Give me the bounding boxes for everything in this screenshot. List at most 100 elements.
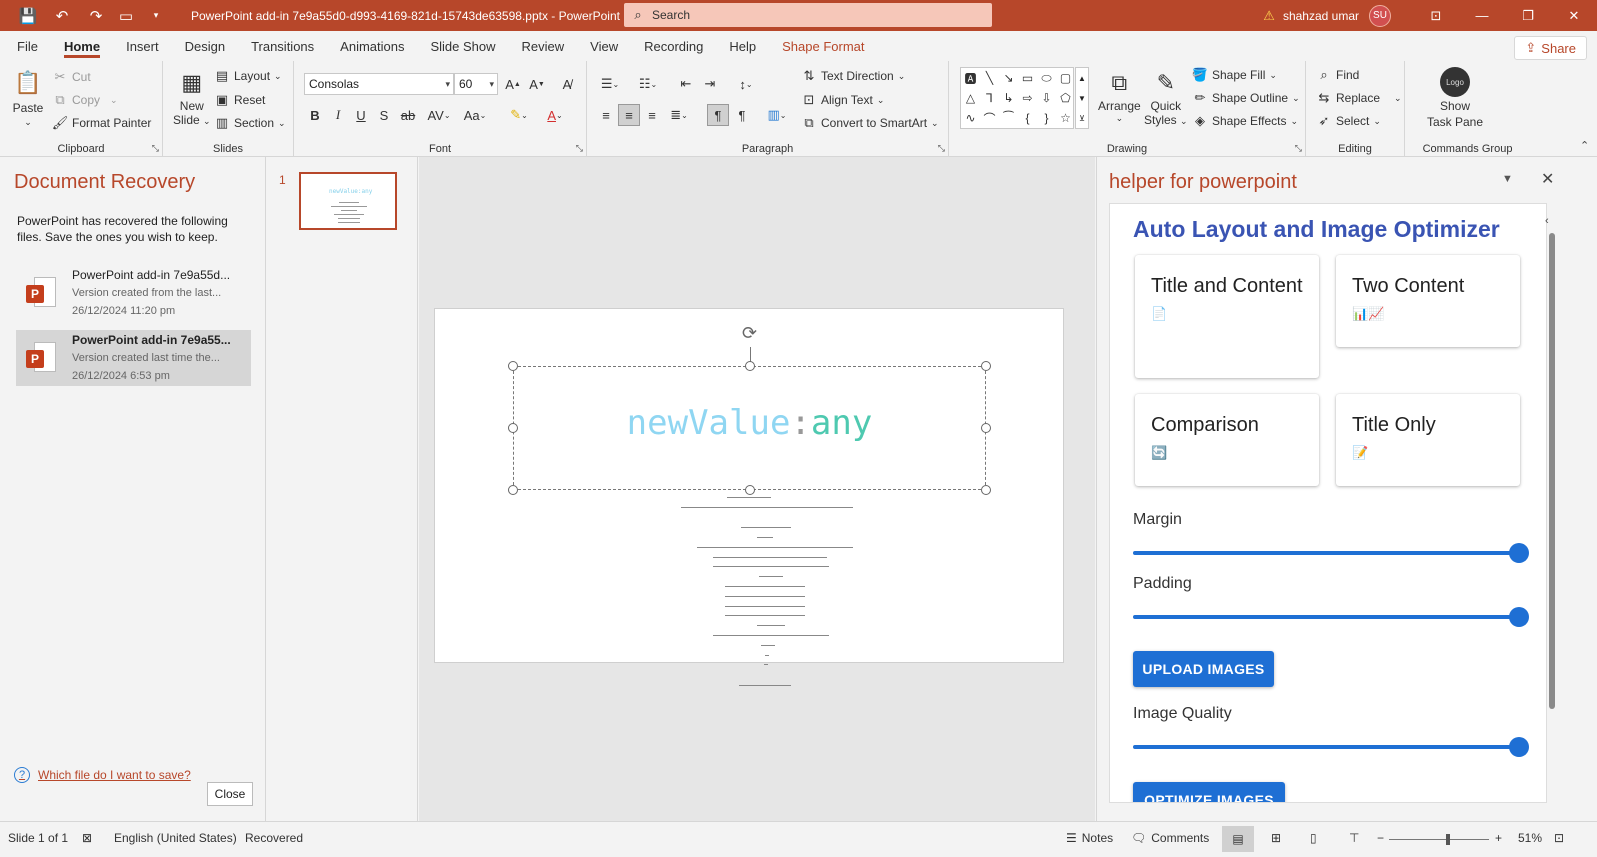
decrease-font-icon[interactable]: A ▼ <box>526 73 548 95</box>
task-pane-options-icon[interactable]: ▼ <box>1502 173 1513 185</box>
flowchart-shape-icon[interactable]: ⬠ <box>1056 88 1075 108</box>
layout-card-title-and-content[interactable]: Title and Content 📄 <box>1135 255 1319 378</box>
zoom-level[interactable]: 51% <box>1518 831 1542 845</box>
collapse-ribbon-icon[interactable]: ⌃ <box>1580 139 1589 152</box>
quick-styles-button[interactable]: ✎ Quick Styles ⌄ <box>1144 67 1188 127</box>
select-button[interactable]: ➶ Select ⌄ <box>1316 113 1381 129</box>
padding-slider[interactable] <box>1133 607 1529 627</box>
tab-file[interactable]: File <box>4 31 51 61</box>
line-shape-icon[interactable]: ╲ <box>980 68 999 88</box>
zoom-out-icon[interactable]: − <box>1377 831 1384 845</box>
close-icon[interactable]: ✕ <box>1541 169 1554 189</box>
font-family-select[interactable]: Consolas ▾ <box>304 73 454 95</box>
recovered-file-item[interactable]: P PowerPoint add-in 7e9a55... Version cr… <box>16 330 251 386</box>
minimize-icon[interactable]: — <box>1459 0 1505 31</box>
convert-smartart-button[interactable]: ⧉ Convert to SmartArt ⌄ <box>801 115 938 131</box>
arc-shape-icon[interactable]: ⌒ <box>980 108 999 128</box>
columns-icon[interactable]: ▥ ⌄ <box>762 104 792 126</box>
layout-button[interactable]: ▤ Layout ⌄ <box>214 68 282 84</box>
textbox-shape-icon[interactable]: 🅰 <box>961 68 980 88</box>
shape-outline-button[interactable]: ✏ Shape Outline ⌄ <box>1192 90 1300 106</box>
tab-review[interactable]: Review <box>509 31 578 61</box>
shape-effects-button[interactable]: ◈ Shape Effects ⌄ <box>1192 113 1298 129</box>
arrange-button[interactable]: ⧉ Arrange ⌄ <box>1098 67 1141 124</box>
tab-transitions[interactable]: Transitions <box>238 31 327 61</box>
chevron-left-icon[interactable]: ‹ <box>1545 215 1549 227</box>
shapes-gallery-scroll[interactable]: ▲ ▼ ⊻ <box>1075 67 1089 129</box>
resize-handle[interactable] <box>981 485 991 495</box>
align-text-button[interactable]: ⊡ Align Text ⌄ <box>801 92 885 108</box>
underline-icon[interactable]: U <box>350 104 372 126</box>
margin-slider[interactable] <box>1133 543 1529 563</box>
notes-button[interactable]: ☰ Notes <box>1066 831 1113 845</box>
bullets-icon[interactable]: ☰ ⌄ <box>595 73 625 95</box>
slider-thumb[interactable] <box>1509 737 1529 757</box>
shadow-icon[interactable]: S <box>373 104 395 126</box>
font-color-icon[interactable]: A ⌄ <box>540 104 570 126</box>
tab-insert[interactable]: Insert <box>113 31 172 61</box>
increase-font-icon[interactable]: A ▲ <box>502 73 524 95</box>
title-placeholder[interactable]: newValue:any <box>508 361 991 495</box>
redo-icon[interactable]: ↷ <box>83 3 109 29</box>
slideshow-icon[interactable]: ⊤ <box>1349 831 1359 845</box>
zoom-in-icon[interactable]: + <box>1495 831 1502 845</box>
text-direction-button[interactable]: ⇅ Text Direction ⌄ <box>801 68 906 84</box>
show-task-pane-button[interactable]: Logo Show Task Pane <box>1427 67 1483 129</box>
tab-slide-show[interactable]: Slide Show <box>417 31 508 61</box>
accessibility-icon[interactable]: ⊠ <box>82 831 92 845</box>
optimize-images-button[interactable]: OPTIMIZE IMAGES <box>1133 782 1285 802</box>
close-window-icon[interactable]: ✕ <box>1551 0 1597 31</box>
shapes-gallery[interactable]: 🅰 ╲ ↘ ▭ ⬭ ▢ △ ⅂ ↳ ⇨ ⇩ ⬠ ∿ ⌒ ⁀{} ☆ <box>960 67 1074 129</box>
tab-design[interactable]: Design <box>172 31 238 61</box>
format-painter-button[interactable]: 🖌 Format Painter <box>52 115 152 131</box>
elbow-shape-icon[interactable]: ↳ <box>999 88 1018 108</box>
section-button[interactable]: ▥ Section ⌄ <box>214 115 286 131</box>
resize-handle[interactable] <box>508 423 518 433</box>
resize-handle[interactable] <box>745 485 755 495</box>
zoom-slider-thumb[interactable] <box>1446 834 1450 845</box>
dialog-launcher-icon[interactable]: ⤡ <box>938 143 945 154</box>
star-shape-icon[interactable]: ☆ <box>1056 108 1075 128</box>
rtl-icon[interactable]: ¶ <box>731 104 753 126</box>
right-arrow-shape-icon[interactable]: ⇨ <box>1018 88 1037 108</box>
resize-handle[interactable] <box>981 361 991 371</box>
italic-icon[interactable]: I <box>327 104 349 126</box>
zoom-slider[interactable] <box>1389 839 1489 840</box>
align-left-icon[interactable]: ≡ <box>595 104 617 126</box>
bold-icon[interactable]: B <box>304 104 326 126</box>
slider-thumb[interactable] <box>1509 607 1529 627</box>
save-icon[interactable]: 💾 <box>15 3 41 29</box>
restore-icon[interactable]: ❐ <box>1505 0 1551 31</box>
warning-icon[interactable]: ⚠ <box>1263 8 1275 24</box>
curve-shape-icon[interactable]: ∿ <box>961 108 980 128</box>
customize-toolbar-icon[interactable]: ▾ <box>143 3 169 29</box>
slide-canvas[interactable]: ⟳ newValue:any <box>434 308 1064 663</box>
tab-home[interactable]: Home <box>51 31 113 61</box>
image-quality-slider[interactable] <box>1133 737 1529 757</box>
triangle-shape-icon[interactable]: △ <box>961 88 980 108</box>
line-spacing-icon[interactable]: ↕ ⌄ <box>731 73 761 95</box>
cut-button[interactable]: ✂ Cut <box>52 69 91 85</box>
user-name[interactable]: shahzad umar <box>1283 9 1359 23</box>
reset-button[interactable]: ▣ Reset <box>214 92 266 108</box>
tab-help[interactable]: Help <box>716 31 769 61</box>
down-arrow-shape-icon[interactable]: ⇩ <box>1037 88 1056 108</box>
copy-button[interactable]: ⧉ Copy ⌄ <box>52 92 117 108</box>
character-spacing-icon[interactable]: AV ⌄ <box>424 104 454 126</box>
normal-view-icon[interactable]: ▤ <box>1222 826 1254 852</box>
reading-view-icon[interactable]: ▯ <box>1310 831 1317 845</box>
tab-view[interactable]: View <box>577 31 631 61</box>
fit-to-window-icon[interactable]: ⊡ <box>1554 831 1564 845</box>
increase-indent-icon[interactable]: ⇥ <box>699 73 721 95</box>
task-pane-scrollbar[interactable] <box>1545 203 1559 803</box>
ltr-icon[interactable]: ¶ <box>707 104 729 126</box>
search-box[interactable]: ⌕ Search <box>624 3 992 27</box>
resize-handle[interactable] <box>508 485 518 495</box>
connector-shape-icon[interactable]: ⅂ <box>980 88 999 108</box>
brace-left-shape-icon[interactable]: { <box>1018 108 1037 128</box>
layout-card-two-content[interactable]: Two Content 📊📈 <box>1336 255 1520 347</box>
slide-sorter-icon[interactable]: ⊞ <box>1271 831 1281 845</box>
tab-animations[interactable]: Animations <box>327 31 417 61</box>
brace-right-shape-icon[interactable]: } <box>1037 108 1056 128</box>
resize-handle[interactable] <box>508 361 518 371</box>
